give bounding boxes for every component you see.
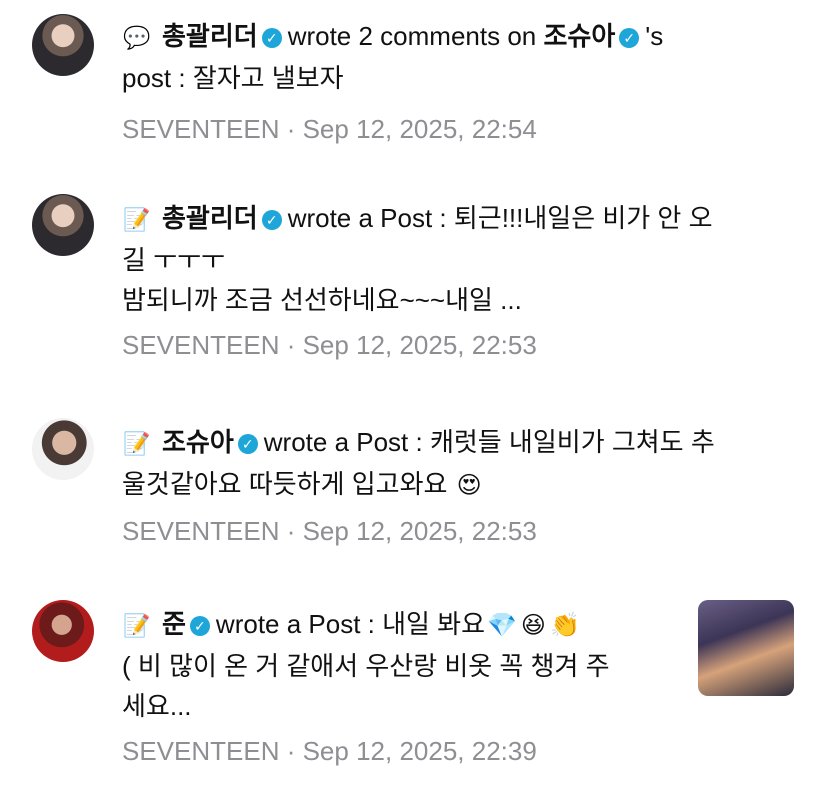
username[interactable]: 총괄리더 (162, 21, 258, 51)
post-text-line: ( 비 많이 온 거 같애서 우산랑 비옷 꼭 챙겨 주 (122, 651, 610, 681)
username[interactable]: 조슈아 (162, 427, 234, 457)
post-text: wrote a Post : 내일 봐요 (215, 609, 486, 639)
avatar[interactable] (32, 14, 94, 76)
post-text: wrote a Post : 캐럿들 내일비가 그쳐도 추 (263, 427, 715, 457)
memo-pencil-icon: 📝 (123, 613, 151, 638)
avatar[interactable] (32, 194, 94, 256)
timestamp-meta: SEVENTEEN · Sep 12, 2025, 22:54 (122, 114, 537, 144)
timestamp-meta: SEVENTEEN · Sep 12, 2025, 22:53 (122, 516, 537, 546)
grinning-squint-emoji-icon: 😆 (520, 612, 546, 639)
post-thumbnail[interactable] (698, 600, 794, 696)
possessive-suffix: 's (645, 21, 664, 51)
clapping-hands-emoji-icon: 👏 (549, 612, 580, 639)
memo-pencil-icon: 📝 (123, 431, 151, 456)
avatar[interactable] (32, 418, 94, 480)
heart-eyes-emoji-icon: 😍 (456, 472, 482, 499)
post-text-line: 세요... (122, 691, 192, 721)
avatar[interactable] (32, 600, 94, 662)
action-text: wrote 2 comments on (287, 21, 537, 51)
verified-badge-icon: ✓ (237, 434, 258, 454)
post-text: post : 잘자고 낼보자 (122, 63, 344, 93)
comment-bubble-icon: 💬 (123, 25, 151, 50)
post-text-line: 길 ㅜㅜㅜ (122, 245, 225, 275)
gem-emoji-icon: 💎 (487, 612, 517, 639)
verified-badge-icon: ✓ (261, 28, 282, 48)
username[interactable]: 준 (162, 609, 186, 639)
verified-badge-icon: ✓ (189, 616, 210, 636)
memo-pencil-icon: 📝 (123, 207, 151, 232)
verified-badge-icon: ✓ (619, 28, 640, 48)
target-username[interactable]: 조슈아 (543, 21, 615, 51)
post-text: wrote a Post : 퇴근!!!내일은 비가 안 오 (287, 203, 713, 233)
post-text-line: 울것같아요 따듯하게 입고와요 (122, 469, 448, 499)
username[interactable]: 총괄리더 (162, 203, 258, 233)
verified-badge-icon: ✓ (261, 210, 282, 230)
post-text-line: 밤되니까 조금 선선하네요~~~내일 ... (122, 285, 522, 315)
timestamp-meta: SEVENTEEN · Sep 12, 2025, 22:53 (122, 330, 537, 360)
activity-feed: 💬 총괄리더 ✓ wrote 2 comments on 조슈아 ✓'s post : … (0, 0, 828, 796)
timestamp-meta: SEVENTEEN · Sep 12, 2025, 22:39 (122, 736, 537, 766)
